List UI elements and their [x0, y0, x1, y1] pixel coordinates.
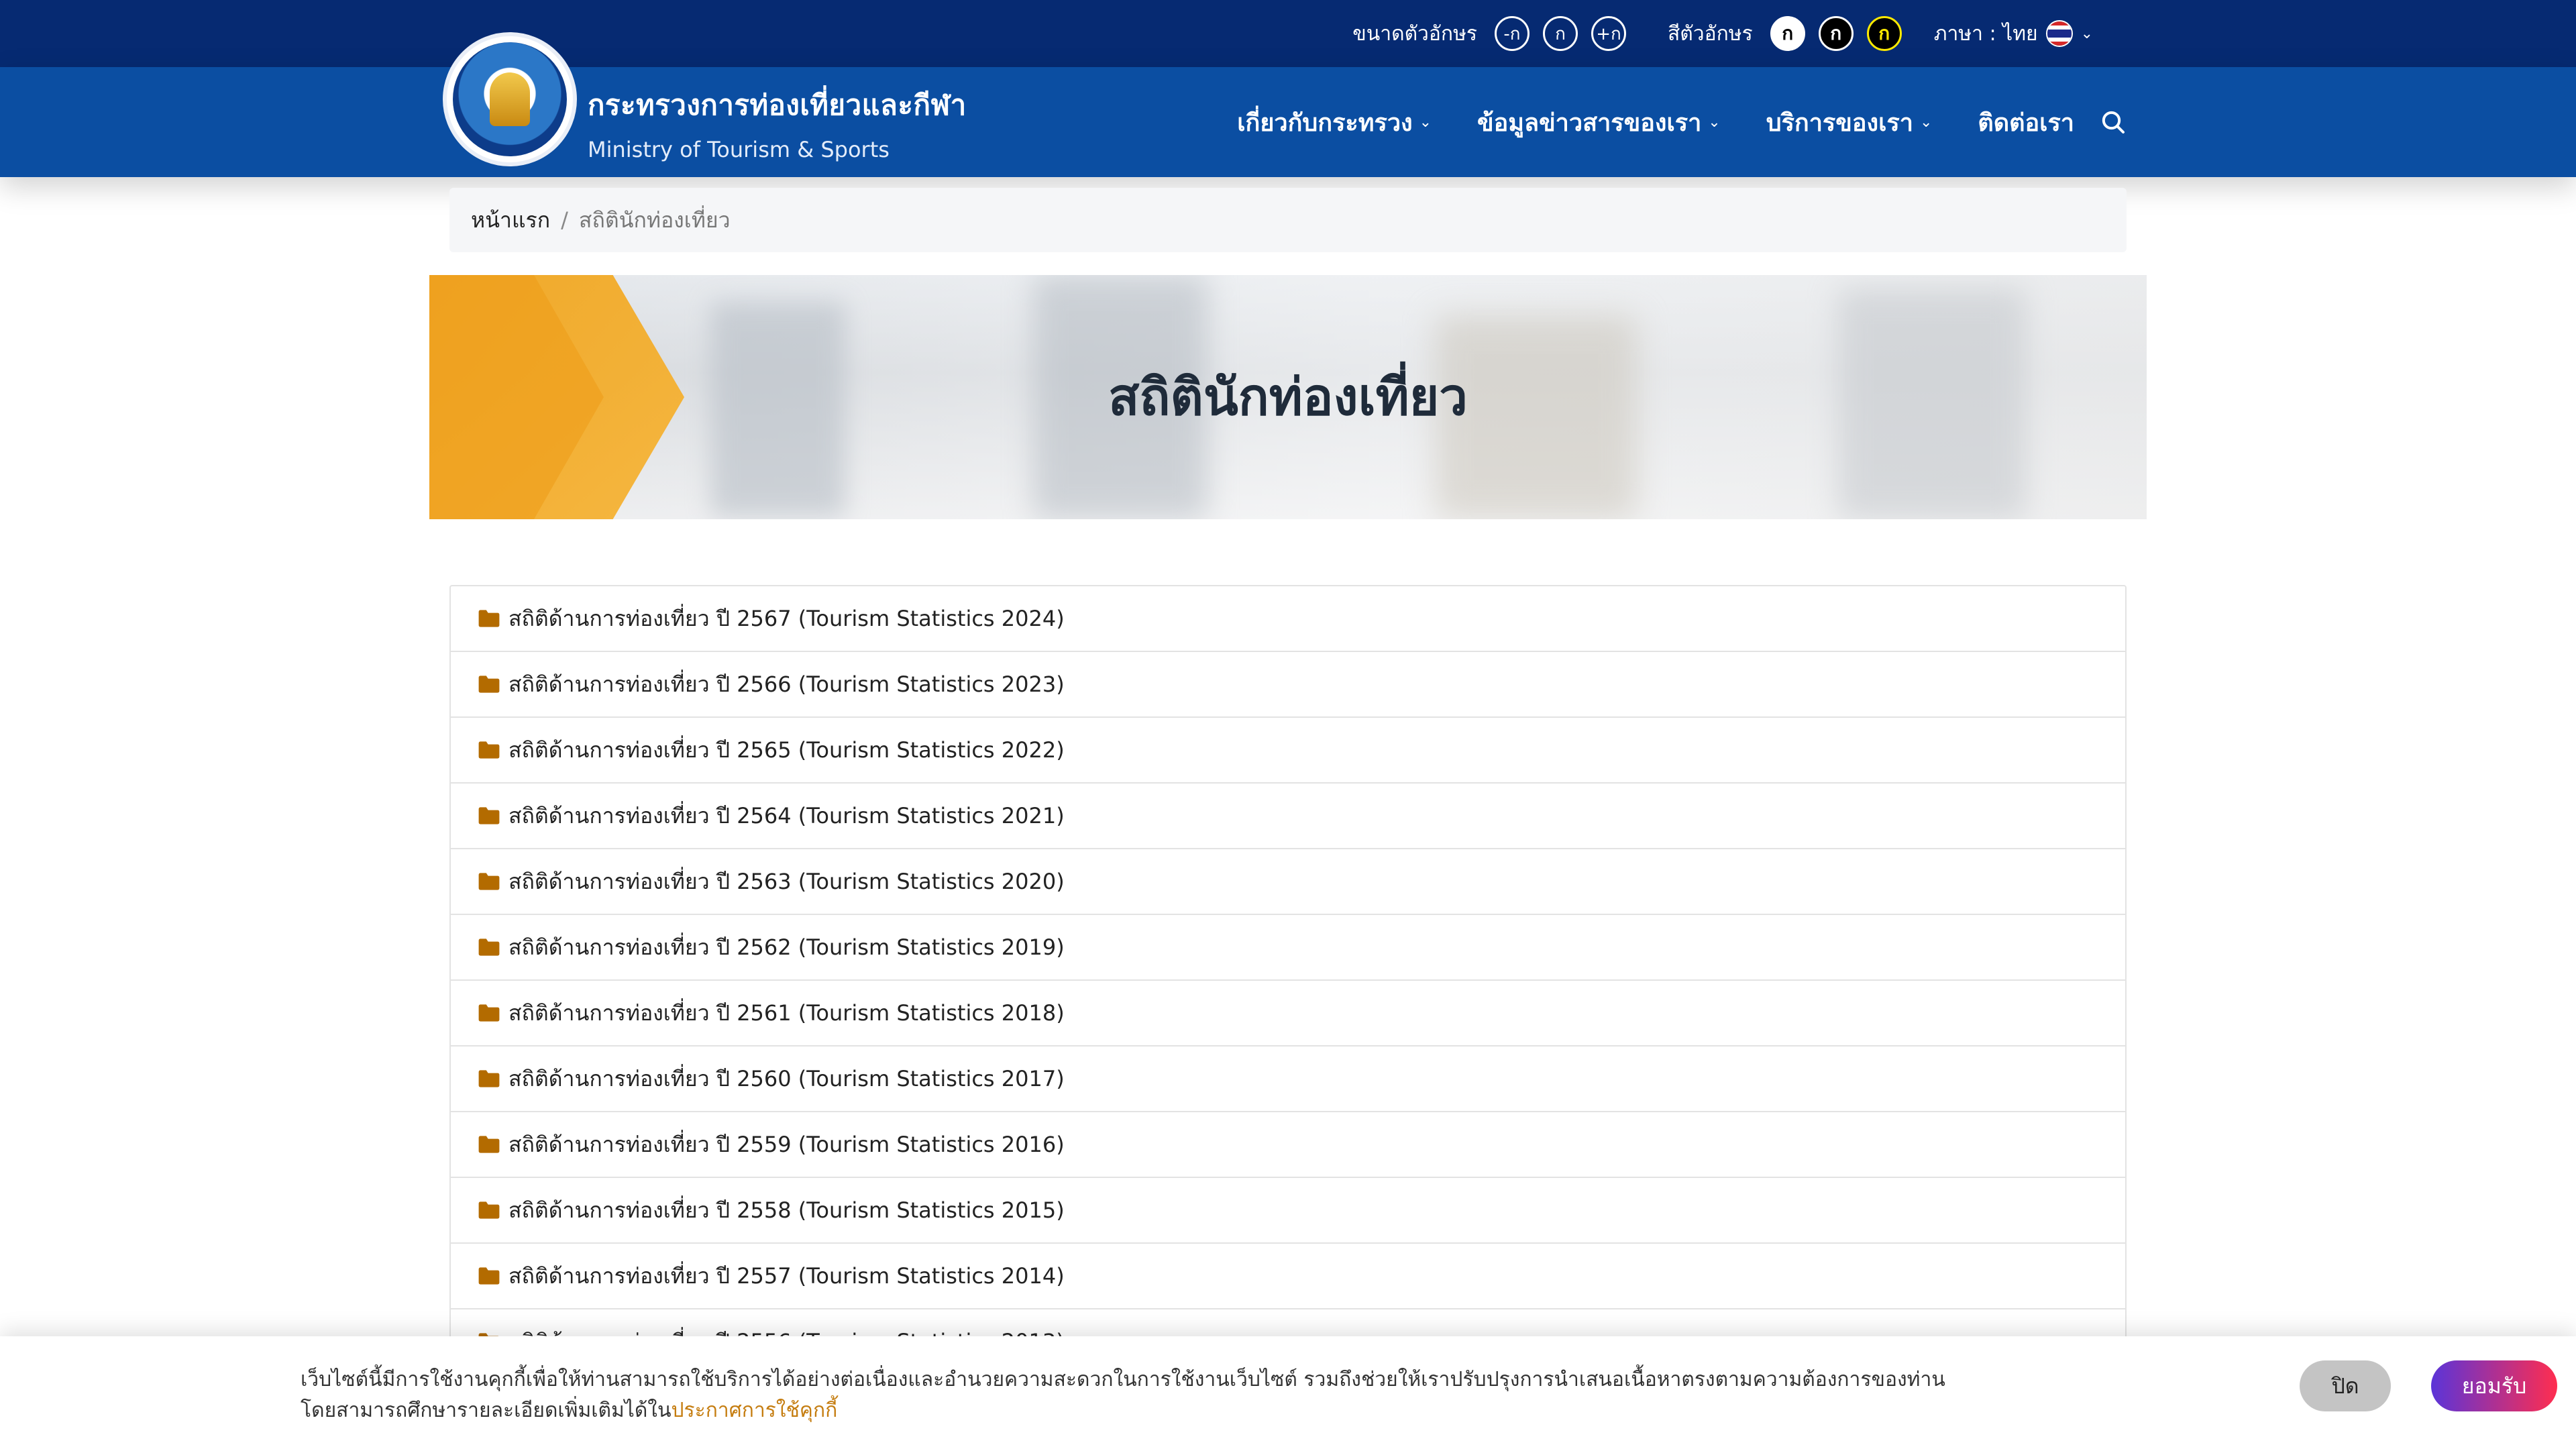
folder-icon	[478, 676, 500, 693]
nav-item-information[interactable]: ข้อมูลข่าวสารของเรา ⌄	[1477, 103, 1721, 142]
cookie-consent-bar: เว็บไซต์นี้มีการใช้งานคุกกี้เพื่อให้ท่าน…	[0, 1336, 2576, 1449]
folder-icon	[478, 610, 500, 627]
list-item-label: สถิติด้านการท่องเที่ยว ปี 2560 (Tourism …	[508, 1065, 1065, 1091]
brand[interactable]: กระทรวงการท่องเที่ยวและกีฬา Ministry of …	[588, 83, 967, 162]
breadcrumb-home[interactable]: หน้าแรก	[471, 203, 550, 237]
list-item-label: สถิติด้านการท่องเที่ยว ปี 2566 (Tourism …	[508, 671, 1065, 697]
accessibility-tools: ขนาดตัวอักษร -ก ก +ก สีตัวอักษร ก ก ก ภา…	[1352, 0, 2093, 67]
org-name-th: กระทรวงการท่องเที่ยวและกีฬา	[588, 89, 967, 121]
chevron-down-icon: ⌄	[1919, 113, 1933, 131]
list-item[interactable]: สถิติด้านการท่องเที่ยว ปี 2561 (Tourism …	[451, 981, 2125, 1046]
nav-item-about[interactable]: เกี่ยวกับกระทรวง ⌄	[1237, 103, 1432, 142]
cookie-accept-button[interactable]: ยอมรับ	[2431, 1360, 2557, 1411]
list-item[interactable]: สถิติด้านการท่องเที่ยว ปี 2564 (Tourism …	[451, 784, 2125, 849]
list-item-label: สถิติด้านการท่องเที่ยว ปี 2557 (Tourism …	[508, 1263, 1065, 1289]
folder-icon	[478, 938, 500, 956]
page-title: สถิตินักท่องเที่ยว	[1108, 367, 1468, 427]
list-item[interactable]: สถิติด้านการท่องเที่ยว ปี 2558 (Tourism …	[451, 1178, 2125, 1244]
list-item[interactable]: สถิติด้านการท่องเที่ยว ปี 2562 (Tourism …	[451, 915, 2125, 981]
list-item-label: สถิติด้านการท่องเที่ยว ปี 2564 (Tourism …	[508, 802, 1065, 828]
thai-flag-icon	[2045, 20, 2073, 47]
font-size-label: ขนาดตัวอักษร	[1352, 21, 1477, 46]
list-item-label: สถิติด้านการท่องเที่ยว ปี 2562 (Tourism …	[508, 934, 1065, 960]
font-increase-button[interactable]: +ก	[1591, 16, 1626, 51]
folder-icon	[478, 1004, 500, 1022]
folder-icon	[478, 1267, 500, 1285]
chevron-down-icon: ⌄	[2080, 25, 2093, 42]
folder-icon	[478, 807, 500, 824]
folder-icon	[478, 873, 500, 890]
font-color-label: สีตัวอักษร	[1667, 21, 1753, 46]
color-contrast-button[interactable]: ก	[1818, 16, 1854, 51]
color-default-button[interactable]: ก	[1770, 16, 1805, 51]
list-item[interactable]: สถิติด้านการท่องเที่ยว ปี 2565 (Tourism …	[451, 718, 2125, 784]
cookie-close-button[interactable]: ปิด	[2300, 1360, 2391, 1411]
list-item[interactable]: สถิติด้านการท่องเที่ยว ปี 2566 (Tourism …	[451, 652, 2125, 718]
nav-item-contact[interactable]: ติดต่อเรา	[1978, 103, 2074, 142]
cookie-policy-link[interactable]: ประกาศการใช้คุกกี้	[671, 1399, 837, 1422]
font-normal-button[interactable]: ก	[1542, 16, 1578, 51]
list-item[interactable]: สถิติด้านการท่องเที่ยว ปี 2559 (Tourism …	[451, 1112, 2125, 1178]
list-item-label: สถิติด้านการท่องเที่ยว ปี 2565 (Tourism …	[508, 737, 1065, 763]
search-icon[interactable]	[2100, 109, 2127, 136]
main-nav: เกี่ยวกับกระทรวง ⌄ ข้อมูลข่าวสารของเรา ⌄…	[1237, 67, 2127, 177]
logo-emblem-icon	[453, 42, 567, 156]
list-item-label: สถิติด้านการท่องเที่ยว ปี 2563 (Tourism …	[508, 868, 1065, 894]
org-name-en: Ministry of Tourism & Sports	[588, 137, 890, 162]
color-yellow-button[interactable]: ก	[1866, 16, 1902, 51]
folder-icon	[478, 1070, 500, 1087]
language-label: ภาษา : ไทย	[1933, 21, 2038, 46]
list-item-label: สถิติด้านการท่องเที่ยว ปี 2559 (Tourism …	[508, 1131, 1065, 1157]
breadcrumb-separator: /	[561, 207, 568, 233]
folder-icon	[478, 1136, 500, 1153]
nav-item-services[interactable]: บริการของเรา ⌄	[1766, 103, 1933, 142]
chevron-down-icon: ⌄	[1419, 113, 1432, 131]
list-item-label: สถิติด้านการท่องเที่ยว ปี 2558 (Tourism …	[508, 1197, 1065, 1223]
font-decrease-button[interactable]: -ก	[1494, 16, 1529, 51]
list-item[interactable]: สถิติด้านการท่องเที่ยว ปี 2557 (Tourism …	[451, 1244, 2125, 1309]
ministry-logo[interactable]	[443, 32, 577, 166]
statistics-folder-list: สถิติด้านการท่องเที่ยว ปี 2567 (Tourism …	[449, 585, 2127, 1377]
breadcrumb-current: สถิตินักท่องเที่ยว	[578, 207, 731, 233]
main-header: กระทรวงการท่องเที่ยวและกีฬา Ministry of …	[0, 67, 2576, 177]
list-item-label: สถิติด้านการท่องเที่ยว ปี 2561 (Tourism …	[508, 1000, 1065, 1026]
folder-icon	[478, 1201, 500, 1219]
list-item[interactable]: สถิติด้านการท่องเที่ยว ปี 2567 (Tourism …	[451, 586, 2125, 652]
cookie-message: เว็บไซต์นี้มีการใช้งานคุกกี้เพื่อให้ท่าน…	[301, 1368, 1945, 1422]
page-banner: สถิตินักท่องเที่ยว	[429, 275, 2147, 519]
breadcrumb: หน้าแรก / สถิตินักท่องเที่ยว	[449, 188, 2127, 252]
chevron-down-icon: ⌄	[1708, 113, 1721, 131]
folder-icon	[478, 741, 500, 759]
language-selector[interactable]: ภาษา : ไทย ⌄	[1934, 18, 2093, 50]
list-item-label: สถิติด้านการท่องเที่ยว ปี 2567 (Tourism …	[508, 605, 1065, 631]
list-item[interactable]: สถิติด้านการท่องเที่ยว ปี 2560 (Tourism …	[451, 1046, 2125, 1112]
top-utility-bar: ขนาดตัวอักษร -ก ก +ก สีตัวอักษร ก ก ก ภา…	[0, 0, 2576, 67]
list-item[interactable]: สถิติด้านการท่องเที่ยว ปี 2563 (Tourism …	[451, 849, 2125, 915]
